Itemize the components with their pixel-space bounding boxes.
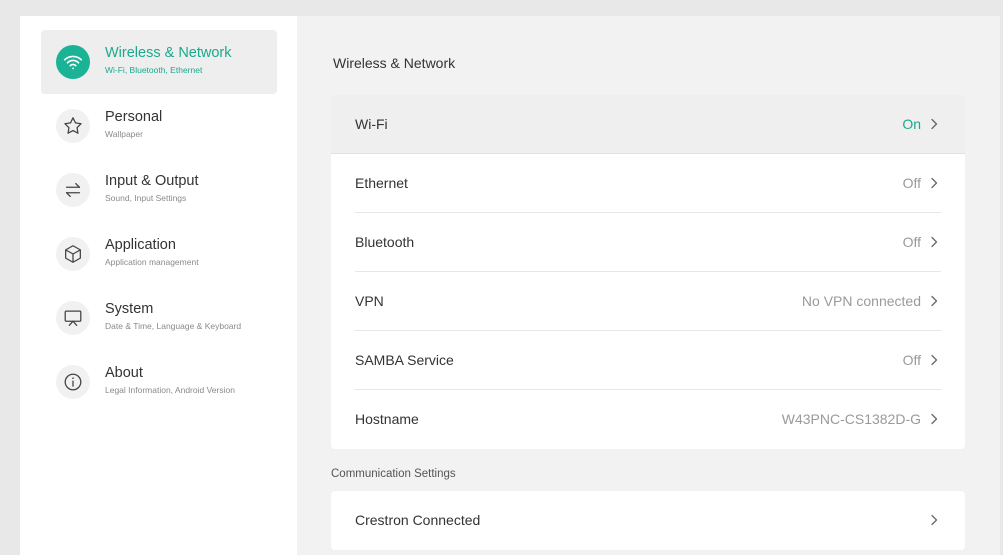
swap-arrows-icon <box>56 173 90 207</box>
sidebar-item-personal[interactable]: Personal Wallpaper <box>41 94 277 158</box>
row-value: On <box>902 116 921 132</box>
sidebar-item-subtitle: Legal Information, Android Version <box>105 385 235 395</box>
row-value: Off <box>902 234 921 250</box>
chevron-right-icon <box>929 235 939 249</box>
cube-icon <box>56 237 90 271</box>
vpn-row[interactable]: VPN No VPN connected <box>331 272 965 331</box>
sidebar-item-subtitle: Sound, Input Settings <box>105 193 187 203</box>
row-value: Off <box>902 175 921 191</box>
ethernet-row[interactable]: Ethernet Off <box>331 154 965 213</box>
sidebar-item-system[interactable]: System Date & Time, Language & Keyboard <box>41 286 277 350</box>
wifi-row[interactable]: Wi-Fi On <box>331 95 965 154</box>
row-label: Wi-Fi <box>355 116 388 132</box>
hostname-row[interactable]: Hostname W43PNC-CS1382D-G <box>331 390 965 449</box>
sidebar-item-about[interactable]: About Legal Information, Android Version <box>41 350 277 414</box>
row-label: VPN <box>355 293 384 309</box>
crestron-connected-row[interactable]: Crestron Connected <box>331 491 965 550</box>
row-value: No VPN connected <box>801 293 921 309</box>
row-label: SAMBA Service <box>355 352 454 368</box>
row-label: Crestron Connected <box>355 512 481 528</box>
row-value: Off <box>902 352 921 368</box>
sidebar-item-title: Personal <box>105 109 163 125</box>
sidebar: Wireless & Network Wi-Fi, Bluetooth, Eth… <box>20 16 297 555</box>
bluetooth-row[interactable]: Bluetooth Off <box>331 213 965 272</box>
main-panel: Wireless & Network Wi-Fi On Ethernet Off <box>297 16 1000 555</box>
wifi-icon <box>56 45 90 79</box>
row-value: W43PNC-CS1382D-G <box>781 411 921 427</box>
page-title: Wireless & Network <box>333 55 456 71</box>
communication-settings-heading: Communication Settings <box>331 468 456 480</box>
sidebar-item-title: Wireless & Network <box>105 45 232 61</box>
communication-settings-card: Crestron Connected <box>331 491 965 550</box>
star-icon <box>56 109 90 143</box>
sidebar-item-title: Input & Output <box>105 173 199 189</box>
sidebar-item-input-output[interactable]: Input & Output Sound, Input Settings <box>41 158 277 222</box>
sidebar-item-title: Application <box>105 237 176 253</box>
monitor-icon <box>56 301 90 335</box>
sidebar-item-application[interactable]: Application Application management <box>41 222 277 286</box>
sidebar-item-subtitle: Date & Time, Language & Keyboard <box>105 321 242 331</box>
chevron-right-icon <box>929 353 939 367</box>
sidebar-item-wireless-network[interactable]: Wireless & Network Wi-Fi, Bluetooth, Eth… <box>41 30 277 94</box>
network-settings-card: Wi-Fi On Ethernet Off Bluetooth Off VPN … <box>331 95 965 449</box>
screen: Wireless & Network Wi-Fi, Bluetooth, Eth… <box>0 0 1003 555</box>
row-label: Bluetooth <box>355 234 415 250</box>
samba-service-row[interactable]: SAMBA Service Off <box>331 331 965 390</box>
chevron-right-icon <box>929 117 939 131</box>
chevron-right-icon <box>929 294 939 308</box>
row-label: Hostname <box>355 411 419 427</box>
sidebar-item-title: System <box>105 301 154 317</box>
row-label: Ethernet <box>355 175 408 191</box>
sidebar-item-subtitle: Application management <box>105 257 199 267</box>
sidebar-item-title: About <box>105 365 143 381</box>
settings-window: Wireless & Network Wi-Fi, Bluetooth, Eth… <box>20 16 1000 555</box>
sidebar-item-subtitle: Wallpaper <box>105 129 143 139</box>
chevron-right-icon <box>929 176 939 190</box>
chevron-right-icon <box>929 513 939 527</box>
sidebar-item-subtitle: Wi-Fi, Bluetooth, Ethernet <box>105 65 203 75</box>
chevron-right-icon <box>929 412 939 426</box>
info-icon <box>56 365 90 399</box>
